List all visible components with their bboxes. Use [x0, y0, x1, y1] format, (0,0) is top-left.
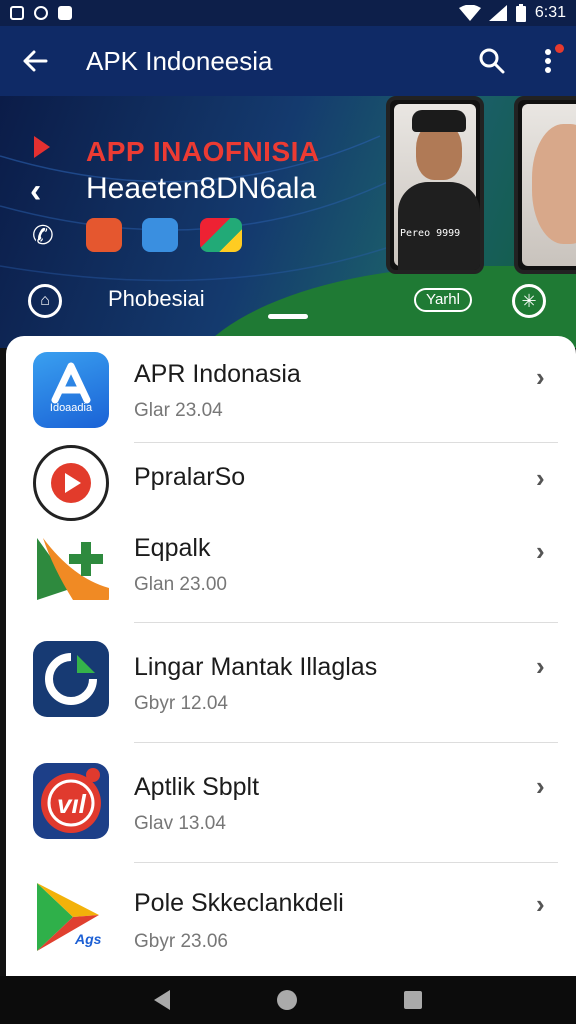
banner-pill-button[interactable]: Yarhl	[414, 288, 472, 312]
chevron-right-icon: ›	[536, 771, 545, 801]
app-name: Pole Skkeclankdeli	[134, 889, 344, 917]
list-item[interactable]: Lingar Mantak Illaglas Gbyr 12.04 ›	[6, 623, 576, 743]
red-app-icon: vıl	[33, 763, 109, 839]
search-button[interactable]	[464, 26, 520, 96]
svg-text:vıl: vıl	[57, 789, 87, 819]
app-list: Idoaadia APR Indonasia Glar 23.04 › Ppra…	[6, 336, 576, 976]
list-item[interactable]: vıl Aptlik Sbplt Glav 13.04 ›	[6, 743, 576, 863]
settings-circle-icon[interactable]: ✳	[512, 284, 546, 318]
app-subtitle: Glar 23.04	[134, 400, 223, 421]
lock-icon[interactable]: ⌂	[28, 284, 62, 318]
app-subtitle: Gbyr 23.06	[134, 931, 228, 952]
notification-icon	[10, 6, 24, 20]
status-time: 6:31	[534, 4, 566, 21]
play-icon	[34, 136, 50, 158]
chevron-right-icon: ›	[536, 362, 545, 392]
nav-home-icon[interactable]	[276, 990, 297, 1010]
system-nav-bar	[0, 976, 576, 1024]
list-item[interactable]: PpralarSo ›	[6, 443, 576, 521]
banner-subtitle: Heaeten8DN6ala	[86, 172, 317, 205]
app-name: Aptlik Sbplt	[134, 773, 260, 801]
nav-recents-icon[interactable]	[404, 991, 423, 1009]
chevron-right-icon: ›	[536, 536, 545, 566]
chevron-right-icon: ›	[536, 651, 545, 681]
phone-image-2	[514, 96, 576, 274]
flag-app-icon	[200, 218, 242, 252]
app-name: APR Indonasia	[134, 360, 301, 388]
cloud-app-icon	[142, 218, 178, 252]
phone-icon: ✆	[32, 220, 54, 250]
app-name: PpralarSo	[134, 463, 246, 491]
youtube-play-icon	[33, 445, 109, 521]
banner-label: Phobesiai	[108, 286, 205, 311]
nav-back-icon[interactable]	[153, 990, 170, 1010]
list-item[interactable]: Eqpalk Glan 23.00 ›	[6, 518, 576, 622]
refresh-app-icon	[33, 641, 109, 717]
back-button[interactable]	[0, 26, 70, 96]
chevron-left-icon[interactable]: ‹	[30, 172, 41, 211]
more-vert-icon	[545, 49, 551, 73]
notification-badge	[555, 44, 564, 53]
page-title: APK Indoneesia	[86, 45, 273, 76]
app-subtitle: Gbyr 12.04	[134, 693, 228, 714]
app-badge-icon	[86, 218, 122, 252]
phone-image: Pereo 9999	[386, 96, 484, 274]
wifi-icon	[458, 5, 481, 21]
status-bar: 6:31	[0, 0, 576, 26]
battery-icon	[515, 4, 526, 22]
drag-handle[interactable]	[268, 314, 308, 319]
signal-icon	[488, 5, 507, 21]
list-item[interactable]: Ags Pole Skkeclankdeli Gbyr 23.06 ›	[6, 863, 576, 976]
app-name: Lingar Mantak Illaglas	[134, 653, 378, 681]
app-subtitle: Glan 23.00	[134, 574, 227, 595]
arrow-back-icon	[23, 50, 48, 72]
phone-caption: Pereo 9999	[400, 228, 461, 239]
app-subtitle: Glav 13.04	[134, 813, 226, 834]
app-bar: APK Indoneesia	[0, 26, 576, 96]
app-store-icon: Idoaadia	[33, 352, 109, 428]
banner-title: APP INAOFNISIA	[86, 136, 320, 167]
chevron-right-icon: ›	[536, 463, 545, 493]
list-item[interactable]: Idoaadia APR Indonasia Glar 23.04 ›	[6, 336, 576, 442]
play-store-icon: Ags	[33, 879, 109, 955]
square-icon	[58, 6, 72, 20]
promo-banner[interactable]: Pereo 9999 APP INAOFNISIA ‹ Heaeten8DN6a…	[0, 96, 576, 348]
plus-app-icon	[33, 528, 109, 604]
app-icon-text: Idoaadia	[49, 402, 93, 414]
more-options-button[interactable]	[520, 26, 576, 96]
chevron-right-icon: ›	[536, 889, 545, 919]
message-icon	[34, 6, 48, 20]
search-icon	[479, 48, 505, 74]
app-icon-text: Ags	[75, 931, 102, 947]
app-name: Eqpalk	[134, 534, 211, 562]
